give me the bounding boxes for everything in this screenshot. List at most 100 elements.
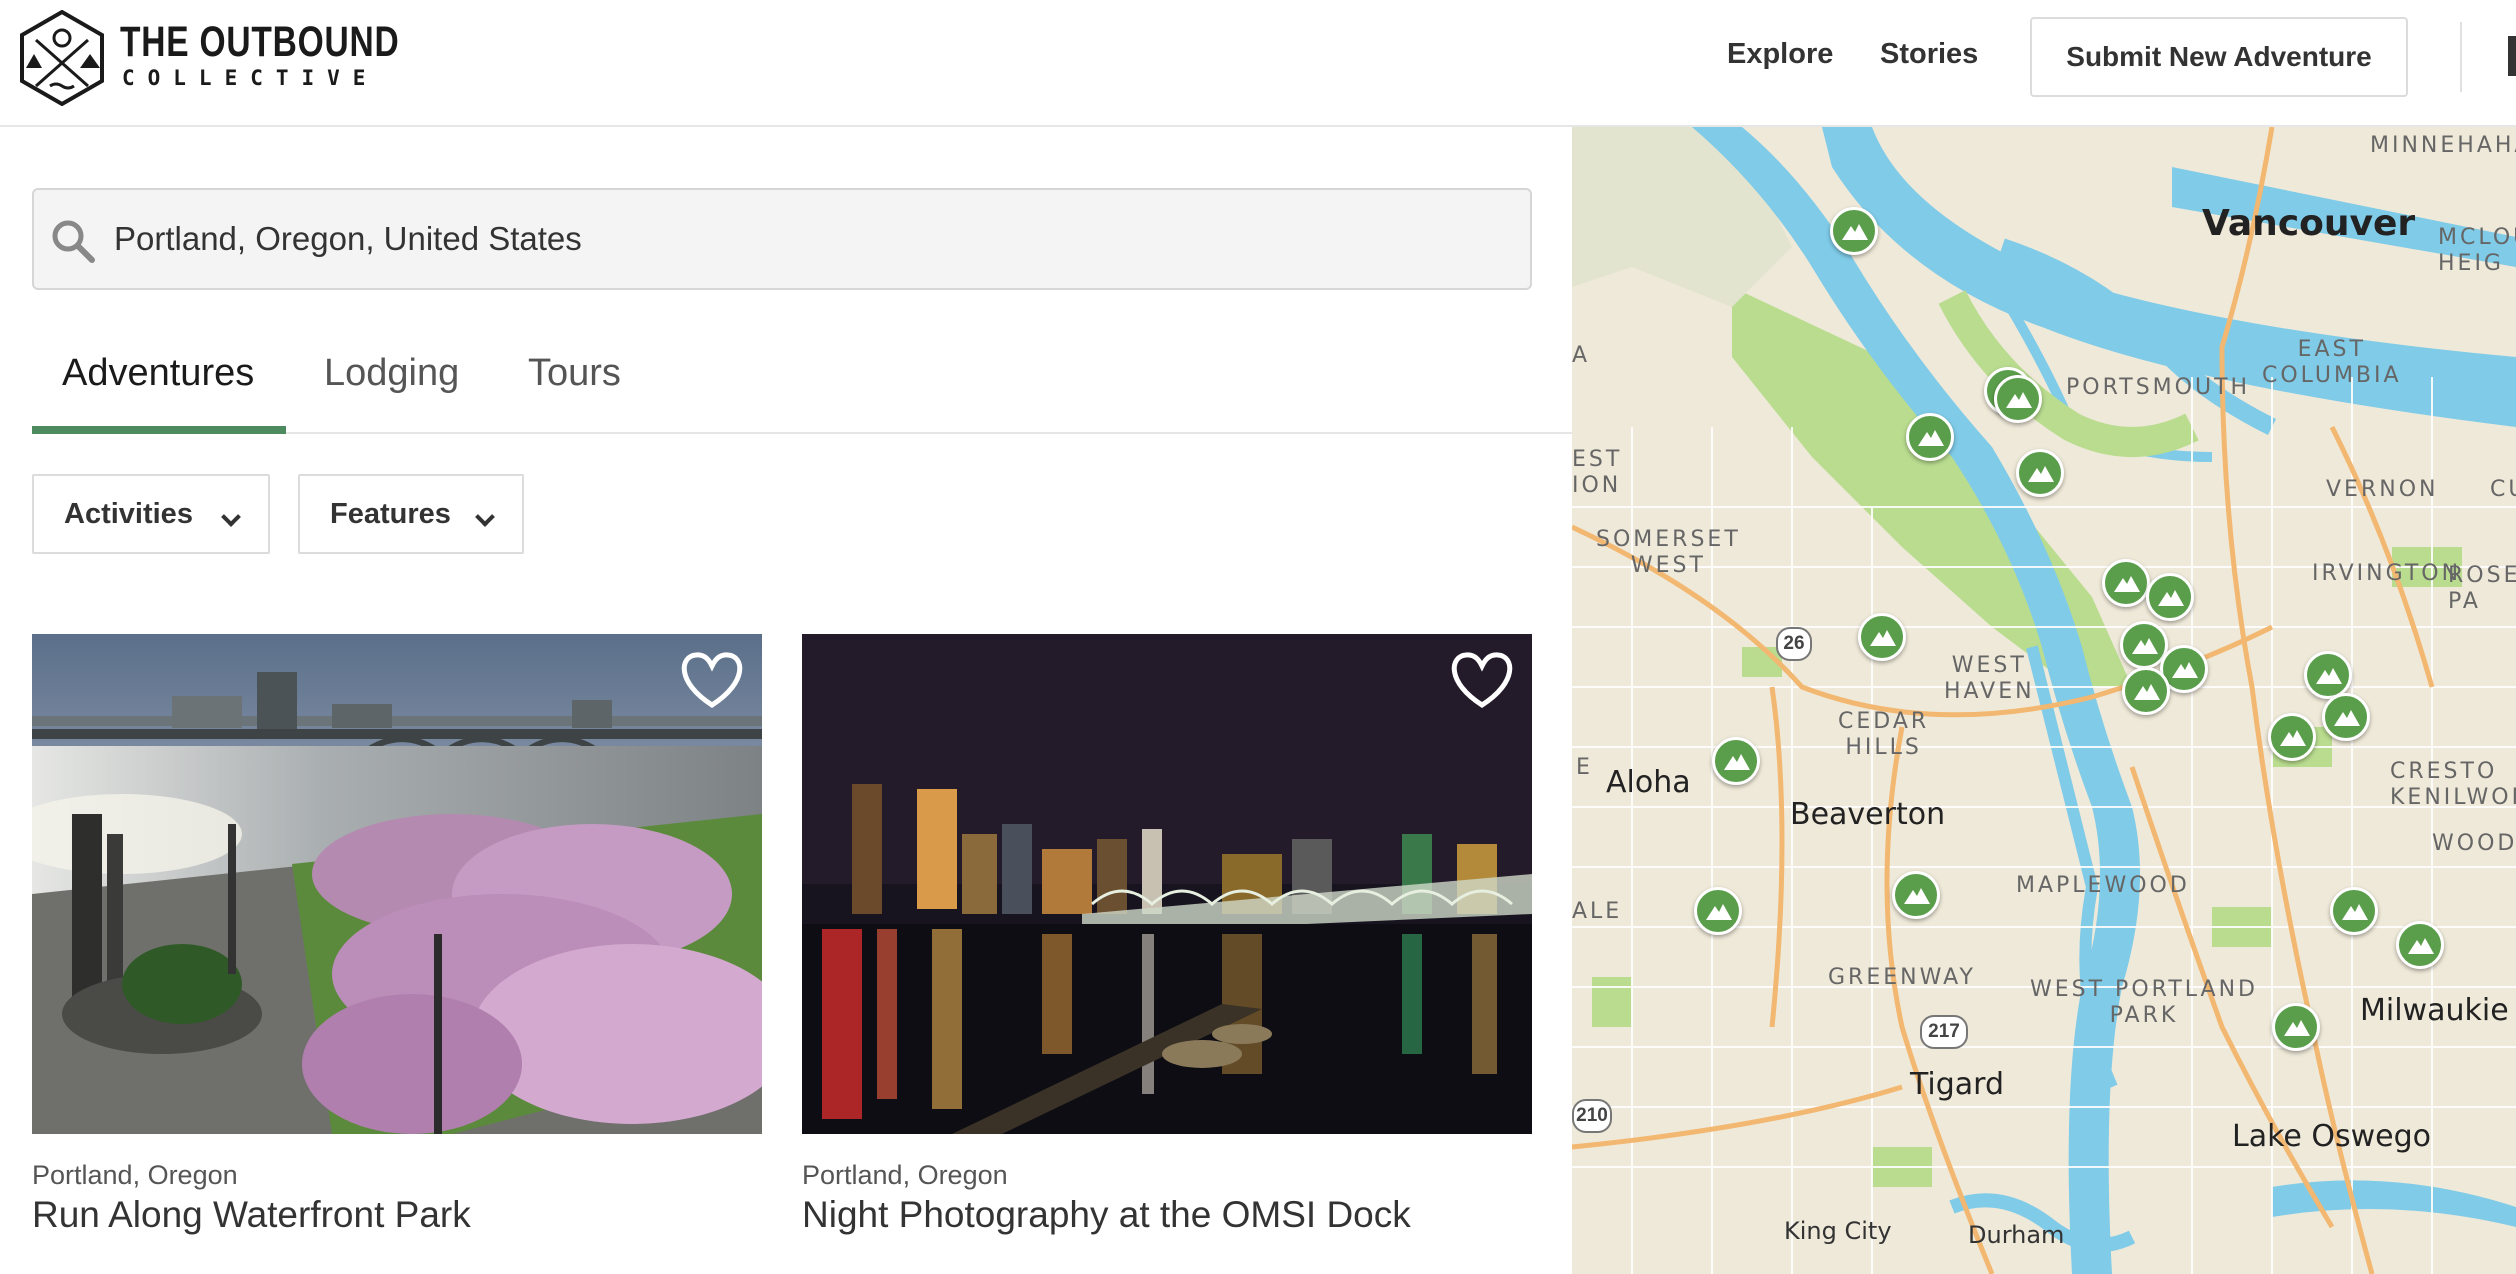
label-lake-oswego: Lake Oswego <box>2232 1119 2432 1154</box>
activities-filter-label: Activities <box>64 498 193 530</box>
mountain-icon <box>2284 1020 2310 1036</box>
favorite-heart-icon[interactable] <box>678 650 746 710</box>
label-vernon: VERNON <box>2326 477 2439 502</box>
nav-stories-link[interactable]: Stories <box>1880 38 1978 71</box>
mountain-icon <box>2342 904 2368 920</box>
tab-adventures[interactable]: Adventures <box>62 352 254 395</box>
card-title[interactable]: Night Photography at the OMSI Dock <box>802 1194 1411 1236</box>
label-cu: CU <box>2490 477 2516 502</box>
adventure-map-pin[interactable] <box>2330 887 2378 935</box>
label-mcloughlin-heights: MCLOUHEIG <box>2438 225 2516 276</box>
label-vancouver: Vancouver <box>2202 203 2416 244</box>
label-east-columbia: EAST COLUMBIA <box>2262 337 2402 388</box>
label-woodstock: WOODS <box>2432 831 2516 856</box>
adventure-map-pin[interactable] <box>1712 737 1760 785</box>
search-input[interactable] <box>114 190 1494 288</box>
mountain-icon <box>2134 684 2160 700</box>
mountain-icon <box>2114 576 2140 592</box>
mountain-icon <box>1706 904 1732 920</box>
label-e: E <box>1576 755 1593 780</box>
adventure-map-pin[interactable] <box>2396 921 2444 969</box>
adventure-map-pin[interactable] <box>1830 207 1878 255</box>
mountain-icon <box>2334 710 2360 726</box>
label-durham: Durham <box>1968 1221 2065 1249</box>
adventure-map-pin[interactable] <box>2146 573 2194 621</box>
mountain-icon <box>2280 730 2306 746</box>
map-basemap <box>1572 127 2516 1274</box>
adventure-map-pin[interactable] <box>2016 449 2064 497</box>
label-cedar-hills: CEDAR HILLS <box>1838 709 1930 760</box>
search-icon <box>52 220 95 263</box>
adventure-map-pin[interactable] <box>1906 413 1954 461</box>
adventure-map-pin[interactable] <box>2268 713 2316 761</box>
label-king-city: King City <box>1784 1217 1892 1245</box>
adventure-map-pin[interactable] <box>1858 613 1906 661</box>
label-rose-city-park: ROSE PA <box>2448 563 2516 614</box>
adventure-map-pin[interactable] <box>2304 651 2352 699</box>
label-beaverton: Beaverton <box>1790 797 1946 832</box>
adventure-map-pin[interactable] <box>1694 887 1742 935</box>
label-milwaukie: Milwaukie <box>2360 993 2509 1028</box>
label-ale: ALE <box>1572 899 1623 924</box>
mountain-icon <box>2158 590 2184 606</box>
mountain-icon <box>2316 668 2342 684</box>
submit-adventure-button[interactable]: Submit New Adventure <box>2030 17 2408 97</box>
tab-tours[interactable]: Tours <box>528 352 621 395</box>
brand-subtitle[interactable]: COLLECTIVE <box>122 66 378 90</box>
brand-title[interactable]: THE OUTBOUND <box>120 18 400 67</box>
card-location: Portland, Oregon <box>32 1160 238 1190</box>
active-tab-indicator <box>32 426 286 434</box>
highway-shield-217: 217 <box>1920 1015 1968 1049</box>
mountain-icon <box>1724 754 1750 770</box>
features-filter-button[interactable]: Features <box>298 474 524 554</box>
mountain-icon <box>1870 630 1896 646</box>
location-search[interactable] <box>32 188 1532 290</box>
adventure-map-pin[interactable] <box>2102 559 2150 607</box>
highway-shield-us26: 26 <box>1776 627 1812 661</box>
adventure-map-pin[interactable] <box>1892 871 1940 919</box>
label-aloha: Aloha <box>1606 765 1691 800</box>
adventure-card[interactable]: Portland, Oregon Night Photography at th… <box>802 634 1532 1274</box>
mountain-icon <box>2006 392 2032 408</box>
card-location: Portland, Oregon <box>802 1160 1008 1190</box>
highway-shield-210: 210 <box>1572 1099 1612 1133</box>
account-menu-edge[interactable] <box>2508 36 2516 76</box>
site-header: THE OUTBOUND COLLECTIVE Explore Stories … <box>0 0 2516 127</box>
label-greenway: GREENWAY <box>1828 965 1976 990</box>
result-tabs: Adventures Lodging Tours <box>32 330 1572 434</box>
mountain-icon <box>2028 466 2054 482</box>
mountain-icon <box>2132 638 2158 654</box>
adventure-map-pin[interactable] <box>1994 375 2042 423</box>
label-minnehaha: MINNEHAHA <box>2370 133 2516 158</box>
activities-filter-button[interactable]: Activities <box>32 474 270 554</box>
label-tigard: Tigard <box>1910 1067 2005 1102</box>
adventure-map-pin[interactable] <box>2322 693 2370 741</box>
label-irvington: IRVINGTON <box>2312 561 2462 586</box>
label-a: A <box>1572 343 1591 368</box>
tab-lodging[interactable]: Lodging <box>324 352 459 395</box>
mountain-icon <box>1904 888 1930 904</box>
label-west-haven: WEST HAVEN <box>1944 653 2035 704</box>
adventure-card[interactable]: Portland, Oregon Run Along Waterfront Pa… <box>32 634 762 1274</box>
nav-explore-link[interactable]: Explore <box>1727 38 1833 71</box>
label-est-ion: EST ION <box>1572 447 1623 498</box>
label-maplewood: MAPLEWOOD <box>2016 873 2190 898</box>
omsi-dock-night-photo[interactable] <box>802 634 1532 1134</box>
label-crestwood-kenilworth: CRESTO KENILWOR <box>2390 759 2516 810</box>
header-divider <box>2460 22 2462 92</box>
waterfront-park-photo[interactable] <box>32 634 762 1134</box>
label-west-portland-park: WEST PORTLAND PARK <box>2030 977 2258 1028</box>
mountain-icon <box>1842 224 1868 240</box>
label-somerset-west: SOMERSET WEST <box>1596 527 1741 578</box>
mountain-icon <box>1918 430 1944 446</box>
chevron-down-icon <box>475 507 495 527</box>
adventure-map-pin[interactable] <box>2272 1003 2320 1051</box>
compass-mountain-logo[interactable] <box>14 10 110 106</box>
features-filter-label: Features <box>330 498 451 530</box>
label-portsmouth: PORTSMOUTH <box>2066 375 2251 400</box>
adventure-map-pin[interactable] <box>2122 667 2170 715</box>
adventure-map[interactable]: MINNEHAHA Vancouver MCLOUHEIG EASTCOLUMB… <box>1572 127 2516 1274</box>
favorite-heart-icon[interactable] <box>1448 650 1516 710</box>
mountain-icon <box>2408 938 2434 954</box>
card-title[interactable]: Run Along Waterfront Park <box>32 1194 471 1236</box>
